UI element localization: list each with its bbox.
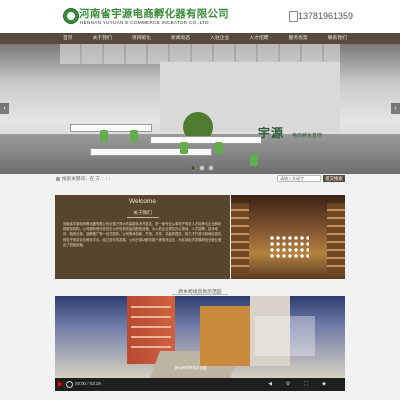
hero-ceiling: [60, 44, 340, 64]
main-nav: 首页 关于我们 项目孵化 新闻动态 入驻企业 人才招聘 服务优势 联系我们: [0, 33, 400, 44]
prev-slide-button[interactable]: ‹: [0, 103, 9, 114]
nav-item-services[interactable]: 服务优势: [289, 33, 308, 44]
chair-image: [180, 142, 188, 154]
shelf-image: [231, 203, 249, 273]
desk-image: [90, 148, 212, 156]
fullscreen-icon[interactable]: ⛶: [303, 381, 309, 387]
logo-icon[interactable]: ◆: [321, 381, 327, 387]
nav-item-home[interactable]: 首页: [63, 33, 73, 44]
about-heading: 关于我们: [133, 210, 152, 215]
video-player[interactable]: 新乡跨境贸易示范园: [55, 296, 345, 378]
chair-image: [130, 130, 138, 142]
slide-dot[interactable]: [199, 165, 205, 171]
phone-icon: [289, 11, 298, 22]
desk-image: [150, 136, 262, 144]
header: 河南省宇源电商孵化器有限公司 HENNAN YUYUAN E-COMMERCE …: [0, 0, 400, 33]
nav-item-companies[interactable]: 入驻企业: [210, 33, 229, 44]
shelf-image: [327, 203, 345, 273]
nav-item-projects[interactable]: 项目孵化: [132, 33, 151, 44]
video-caption: 新乡跨境贸易示范园: [175, 366, 207, 370]
chair-image: [250, 154, 258, 166]
nav-item-news[interactable]: 新闻动态: [171, 33, 190, 44]
stop-icon[interactable]: [66, 381, 73, 388]
nav-item-jobs[interactable]: 人才招聘: [249, 33, 268, 44]
desk-image: [70, 124, 152, 132]
decor-image: [269, 235, 309, 260]
logo-title[interactable]: 河南省宇源电商孵化器有限公司: [79, 6, 229, 21]
settings-icon[interactable]: ⚙: [285, 381, 291, 387]
slide-indicator: [190, 165, 214, 171]
logo-subtitle: HENNAN YUYUAN E-COMMERCE INCBATOR CO.,LT…: [80, 20, 209, 25]
next-slide-button[interactable]: ›: [391, 103, 400, 114]
welcome-title: Welcome: [129, 198, 156, 205]
about-panel: Welcome 关于我们 河南省宇源电商孵化器有限公司坐落于郑州市高新技术开发区…: [55, 195, 230, 279]
reflection-image: [255, 316, 315, 356]
search-keywords-icon: [56, 177, 60, 181]
chair-image: [100, 130, 108, 142]
hero-subtitle: 电商孵化基地: [292, 133, 323, 139]
divider: [127, 217, 159, 218]
hero-banner[interactable]: 宇源 电商孵化基地: [0, 44, 400, 174]
divider: [172, 294, 228, 295]
chair-image: [215, 142, 223, 154]
phone-number: 13781961359: [298, 11, 354, 21]
office-photo: [231, 195, 345, 279]
video-time: 00:00 / 03:19: [75, 381, 101, 386]
hot-keywords-label: 搜索关键词：在 方 ：: ：: [62, 176, 114, 181]
nav-item-contact[interactable]: 联系我们: [328, 33, 347, 44]
about-text: 河南省宇源电商孵化器有限公司坐落于郑州市高新技术开发区，是一家专业从事电子商务人…: [63, 222, 222, 247]
search-button[interactable]: 提交搜索: [323, 175, 345, 182]
hero-brand: 宇源: [258, 126, 285, 140]
search-input[interactable]: [277, 175, 321, 182]
page: 河南省宇源电商孵化器有限公司 HENNAN YUYUAN E-COMMERCE …: [0, 0, 400, 400]
video-controls: 00:00 / 03:19 ◀ ⚙ ⛶ ◆: [55, 378, 345, 391]
slide-dot[interactable]: [208, 165, 214, 171]
play-icon[interactable]: [58, 381, 63, 387]
slide-dot[interactable]: [190, 165, 196, 171]
nav-item-about[interactable]: 关于我们: [93, 33, 112, 44]
volume-icon[interactable]: ◀: [267, 381, 273, 387]
logo-icon[interactable]: [63, 8, 79, 24]
